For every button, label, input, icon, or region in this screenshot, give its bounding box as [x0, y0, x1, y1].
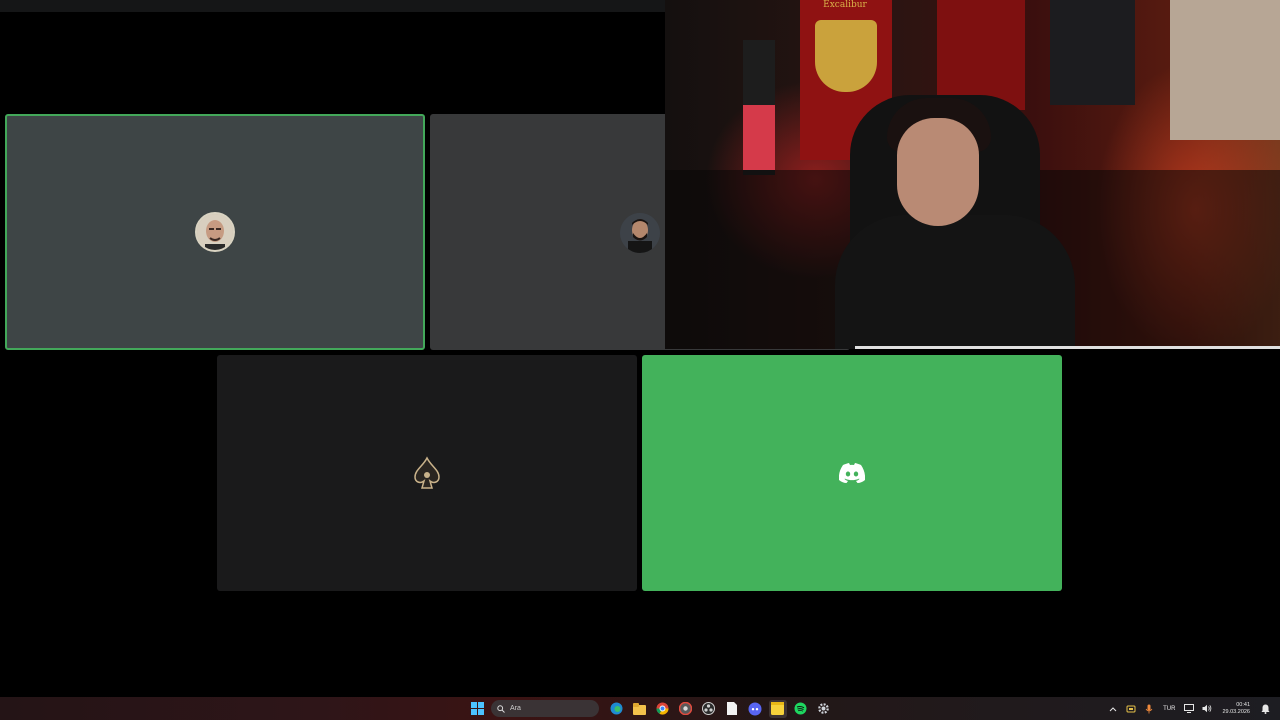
- streamer-body: [835, 215, 1075, 349]
- windows-start-icon[interactable]: [469, 700, 487, 718]
- volume-icon[interactable]: [1201, 703, 1213, 715]
- taskbar-search[interactable]: Ara: [491, 700, 599, 717]
- comic-poster: [1170, 0, 1280, 140]
- clock-time: 00:41: [1236, 701, 1250, 708]
- participant-avatar: [407, 453, 447, 493]
- settings-icon[interactable]: [815, 700, 833, 718]
- notification-bell-icon[interactable]: [1259, 703, 1271, 715]
- banner-crest: [815, 20, 877, 92]
- discord-icon[interactable]: [746, 700, 764, 718]
- obs-icon[interactable]: [700, 700, 718, 718]
- webcam-border-line: [855, 346, 1280, 349]
- chrome-alt-icon[interactable]: [677, 700, 695, 718]
- participant-tile-4[interactable]: [642, 355, 1062, 591]
- spotify-icon[interactable]: [792, 700, 810, 718]
- chrome-icon[interactable]: [654, 700, 672, 718]
- chevron-up-icon[interactable]: [1107, 703, 1119, 715]
- wall-poster: [1050, 0, 1135, 105]
- spade-emblem-icon: [414, 456, 440, 489]
- network-app-icon[interactable]: [1125, 703, 1137, 715]
- participant-tile-3[interactable]: [217, 355, 637, 591]
- language-indicator[interactable]: TUR: [1163, 706, 1175, 712]
- window-top-bar: [0, 0, 665, 12]
- banner-text: Excalibur: [823, 0, 867, 10]
- search-placeholder: Ara: [510, 705, 521, 712]
- bald-man-avatar-icon: [197, 214, 233, 250]
- participant-tile-1[interactable]: [5, 114, 425, 350]
- webcam-feed: Excalibur: [665, 0, 1280, 349]
- file-explorer-icon[interactable]: [631, 700, 649, 718]
- participant-avatar: [832, 453, 872, 493]
- taskbar: Ara TUR 00:41 29.03.2026: [0, 697, 1280, 720]
- taskbar-clock[interactable]: 00:41 29.03.2026: [1222, 702, 1250, 716]
- clock-date: 29.03.2026: [1222, 708, 1250, 715]
- wall-banner: [937, 0, 1025, 110]
- taskbar-apps: Ara: [466, 697, 835, 720]
- microphone-cover: [743, 105, 775, 170]
- participant-avatar: [620, 213, 660, 253]
- bearded-man-avatar-icon: [620, 213, 660, 253]
- system-tray: TUR 00:41 29.03.2026: [1104, 697, 1280, 720]
- participant-avatar: [195, 212, 235, 252]
- network-icon[interactable]: [1183, 703, 1195, 715]
- edge-icon[interactable]: [608, 700, 626, 718]
- discord-logo-icon: [839, 463, 865, 483]
- streamer-face: [897, 118, 979, 226]
- microphone-icon[interactable]: [1143, 703, 1155, 715]
- search-icon: [497, 704, 505, 713]
- sticky-notes-icon[interactable]: [768, 699, 787, 718]
- file-icon[interactable]: [723, 700, 741, 718]
